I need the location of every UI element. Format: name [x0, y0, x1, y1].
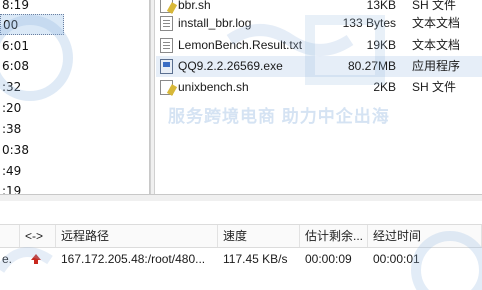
- column-header-direction[interactable]: <->: [20, 225, 56, 247]
- queue-empty-area: [0, 270, 482, 290]
- file-size: 80.27MB: [347, 59, 396, 73]
- modified-time: :49: [2, 164, 22, 178]
- file-row[interactable]: LemonBench.Result.txt 19KB 文本文档: [156, 35, 482, 56]
- file-name: install_bbr.log: [178, 16, 252, 30]
- upload-arrow-icon: [31, 254, 41, 264]
- modified-time: :20: [2, 101, 22, 115]
- queue-remote-path: 167.172.205.48:/root/480...: [61, 252, 206, 266]
- horizontal-scrollbar[interactable]: [0, 194, 482, 201]
- modified-time-selected[interactable]: 00: [0, 14, 64, 35]
- queue-row[interactable]: e. 167.172.205.48:/root/480... 117.45 KB…: [0, 248, 482, 270]
- transfer-queue: <-> 远程路径 速度 估计剩余... 经过时间 e. 167.172.205.…: [0, 201, 482, 290]
- queue-local-path: e.: [2, 252, 13, 266]
- modified-time: :19: [2, 184, 22, 194]
- file-size: 2KB: [373, 80, 396, 94]
- column-header-remaining[interactable]: 估计剩余...: [300, 225, 368, 247]
- queue-elapsed: 00:00:01: [373, 252, 420, 266]
- modified-time: :32: [2, 80, 22, 94]
- local-file-list[interactable]: 8:19 00 6:01 6:08 :32 :20 :38 0:38 :49 :…: [0, 0, 150, 194]
- file-row-selected[interactable]: QQ9.2.2.26569.exe 80.27MB 应用程序: [156, 56, 482, 77]
- file-row[interactable]: unixbench.sh 2KB SH 文件: [156, 77, 482, 98]
- shell-script-icon: [160, 80, 173, 95]
- file-name: LemonBench.Result.txt: [178, 38, 303, 52]
- modified-time: 6:01: [2, 39, 29, 53]
- exe-file-icon: [160, 59, 173, 74]
- file-type: 应用程序: [412, 59, 461, 73]
- file-type: 文本文档: [412, 38, 461, 52]
- file-browser: 8:19 00 6:01 6:08 :32 :20 :38 0:38 :49 :…: [0, 0, 482, 194]
- column-header-speed[interactable]: 速度: [218, 225, 300, 247]
- file-row[interactable]: install_bbr.log 133 Bytes 文本文档: [156, 13, 482, 34]
- modified-time: 0:38: [2, 143, 29, 157]
- queue-header: <-> 远程路径 速度 估计剩余... 经过时间: [0, 224, 482, 248]
- column-header-elapsed[interactable]: 经过时间: [368, 225, 482, 247]
- file-size: 19KB: [366, 38, 396, 52]
- modified-time: 6:08: [2, 59, 29, 73]
- text-file-icon: [160, 16, 173, 31]
- text-file-icon: [160, 38, 173, 53]
- modified-time: :38: [2, 122, 22, 136]
- queue-speed: 117.45 KB/s: [223, 252, 288, 266]
- shell-script-icon: [160, 0, 173, 13]
- column-header-remote-path[interactable]: 远程路径: [56, 225, 218, 247]
- file-type: SH 文件: [412, 80, 457, 94]
- pane-splitter[interactable]: [150, 0, 155, 194]
- file-size: 133 Bytes: [342, 16, 396, 30]
- file-name: QQ9.2.2.26569.exe: [178, 59, 283, 73]
- file-name: unixbench.sh: [178, 80, 249, 94]
- file-type: 文本文档: [412, 16, 461, 30]
- remote-file-list[interactable]: bbr.sh 13KB SH 文件 install_bbr.log 133 By…: [156, 0, 482, 194]
- queue-remaining: 00:00:09: [305, 252, 352, 266]
- column-header-local[interactable]: [0, 225, 20, 247]
